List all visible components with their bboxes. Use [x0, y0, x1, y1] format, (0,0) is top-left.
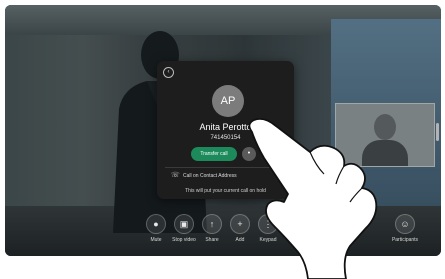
transfer-call-button[interactable]: Transfer call	[191, 147, 237, 161]
microphone-icon: ●	[146, 214, 166, 234]
camera-icon: ▣	[174, 214, 194, 234]
mute-label: Mute	[150, 237, 162, 243]
pointing-hand-illustration	[248, 117, 378, 279]
phone-icon: ☏	[171, 172, 180, 179]
share-icon: ↑	[202, 214, 222, 234]
stop-video-label: Stop video	[172, 237, 196, 243]
stop-video-button[interactable]: ▣ Stop video	[169, 214, 199, 250]
participants-icon: ☺	[395, 214, 415, 234]
share-label: Share	[205, 237, 219, 243]
mute-button[interactable]: ● Mute	[141, 214, 171, 250]
call-on-contact-address-label: Call on Contact Address	[183, 173, 237, 179]
back-icon[interactable]: ‹	[163, 67, 174, 78]
share-button[interactable]: ↑ Share	[197, 214, 227, 250]
